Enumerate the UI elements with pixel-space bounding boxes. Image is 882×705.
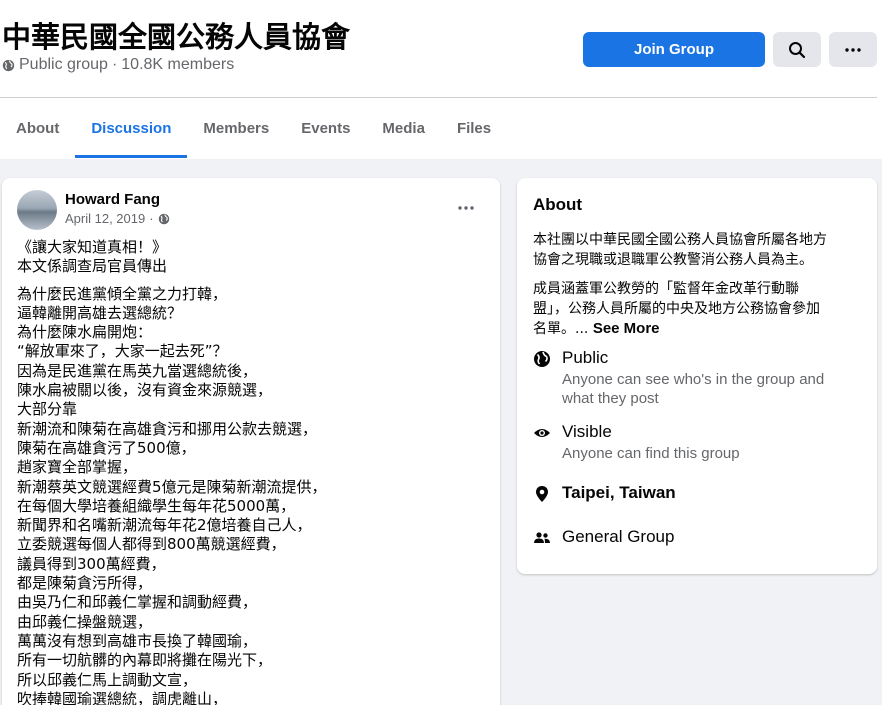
info-group-type-title: General Group — [562, 527, 675, 546]
group-tabs: About Discussion Members Events Media Fi… — [0, 98, 507, 158]
tab-events-label: Events — [301, 119, 351, 137]
globe-icon — [2, 59, 15, 71]
post-line: 為什麼陳水扁開炮： — [17, 323, 153, 342]
tab-discussion-label: Discussion — [91, 119, 172, 137]
group-title: 中華民國全國公務人員協會 — [2, 20, 351, 54]
tab-discussion[interactable]: Discussion — [75, 98, 188, 158]
globe-icon — [534, 351, 550, 367]
tab-members[interactable]: Members — [187, 98, 285, 158]
post-intro-line: 本文係調查局官員傳出 — [17, 257, 168, 276]
join-group-button[interactable]: Join Group — [583, 32, 765, 67]
info-visible-sub: Anyone can find this group — [562, 445, 740, 462]
tab-events[interactable]: Events — [285, 98, 366, 158]
more-icon — [845, 47, 861, 52]
info-public-sub: Anyone can see who's in the group and — [562, 371, 825, 388]
group-header: 中華民國全國公務人員協會 Public group · 10.8K member… — [0, 0, 882, 159]
group-privacy: Public group — [19, 56, 108, 73]
globe-icon — [158, 213, 169, 224]
post-line: 所有一切航髒的內幕即將攤在陽光下， — [17, 651, 273, 670]
tab-files[interactable]: Files — [441, 98, 507, 158]
about-desc-line: 名單。... See More — [533, 319, 863, 340]
post-line: “解放軍來了，大家一起去死”？ — [17, 342, 228, 361]
search-icon — [789, 41, 806, 58]
post-line: 陳菊在高雄貪污了500億， — [17, 438, 196, 457]
about-card: About 本社團以中華民國全國公務人員協會所屬各地方 協會之現職或退職軍公教警… — [517, 178, 877, 574]
post-line: 萬萬沒有想到高雄市長換了韓國瑜， — [17, 631, 258, 650]
group-meta: Public group · 10.8K members — [2, 56, 234, 74]
post-line: 為什麼民進黨傾全黨之力打韓， — [17, 284, 228, 303]
post-line: 議員得到300萬經費， — [17, 554, 166, 573]
post-meta-separator: · — [149, 211, 154, 226]
post-lines: 為什麼民進黨傾全黨之力打韓， 逼韓離開高雄去選總統？ 為什麼陳水扁開炮： “解放軍來了… — [17, 285, 487, 705]
info-location-title[interactable]: Taipei, Taiwan — [562, 483, 676, 503]
eye-icon — [534, 429, 550, 437]
avatar[interactable] — [17, 190, 57, 230]
search-button[interactable] — [773, 32, 821, 67]
tab-media[interactable]: Media — [366, 98, 441, 158]
post-line: 立委競選每個人都得到800萬競選經費， — [17, 535, 286, 554]
info-visible: Visible Anyone can find this group — [533, 422, 740, 463]
info-group-type: General Group — [533, 527, 674, 547]
post-line: 新聞界和名嘴新潮流每年花2億培養自己人， — [17, 516, 312, 535]
info-location: Taipei, Taiwan — [533, 483, 676, 503]
info-public: Public Anyone can see who's in the group… — [533, 348, 824, 408]
post-body: 《讓大家知道真相！》 本文係調查局官員傳出 為什麼民進黨傾全黨之力打韓， 逼韓離開… — [17, 238, 487, 705]
info-public-sub: what they post — [562, 390, 659, 407]
tab-about-label: About — [16, 119, 60, 137]
post-line: 趙家寶全部掌握， — [17, 458, 138, 477]
about-desc-line: 本社團以中華民國全國公務人員協會所屬各地方 — [533, 232, 827, 248]
about-desc-line: 成員涵蓋軍公教勞的「監督年金改革行動聯 — [533, 281, 799, 297]
about-desc-line: 協會之現職或退職軍公教警消公務人員為主。 — [533, 251, 813, 268]
post-card: Howard Fang April 12, 2019 · 《讓大家知道真相！》 … — [2, 178, 500, 705]
location-pin-icon — [536, 486, 548, 502]
about-description: 本社團以中華民國全國公務人員協會所屬各地方 協會之現職或退職軍公教警消公務人員為… — [533, 231, 863, 340]
post-line: 因為是民進黨在馬英九當選總統後， — [17, 361, 258, 380]
group-member-count[interactable]: 10.8K members — [121, 56, 234, 74]
info-visible-title: Visible — [562, 422, 612, 441]
about-desc-last: 名單。... — [533, 321, 589, 337]
tab-files-label: Files — [456, 119, 492, 137]
post-meta: April 12, 2019 · — [65, 211, 170, 226]
post-intro-line: 《讓大家知道真相！》 — [17, 238, 168, 256]
post-line: 所以邱義仁馬上調動文宣， — [17, 670, 198, 689]
post-line: 逼韓離開高雄去選總統？ — [17, 303, 183, 322]
post-line: 大部分靠 — [17, 400, 78, 419]
post-date[interactable]: April 12, 2019 — [65, 211, 145, 226]
tab-members-label: Members — [203, 119, 270, 137]
about-title: About — [533, 195, 583, 214]
info-public-title: Public — [562, 348, 609, 367]
tab-about[interactable]: About — [0, 98, 75, 158]
post-line: 吹捧韓國瑜選總統，調虎離山， — [17, 689, 228, 705]
post-line: 都是陳菊貪污所得， — [17, 574, 153, 593]
post-line: 新潮蔡英文競選經費5億元是陳菊新潮流提供， — [17, 477, 327, 496]
meta-separator: · — [111, 56, 118, 73]
tab-media-label: Media — [382, 119, 425, 137]
post-author[interactable]: Howard Fang — [65, 191, 160, 208]
post-line: 由邱義仁操盤競選， — [17, 612, 153, 631]
see-more-link[interactable]: See More — [593, 320, 660, 337]
about-desc-line: 盟」，公務人員所屬的中央及地方公務協會參加 — [533, 300, 820, 317]
more-icon — [458, 206, 474, 210]
people-icon — [534, 532, 550, 543]
post-options-button[interactable] — [454, 196, 478, 220]
post-line: 新潮流和陳菊在高雄貪污和挪用公款去競選， — [17, 419, 318, 438]
post-line: 由吳乃仁和邱義仁掌握和調動經費， — [17, 593, 258, 612]
more-options-button[interactable] — [829, 32, 877, 67]
post-line: 在每個大學培養組織學生每年花5000萬， — [17, 496, 296, 515]
post-line: 陳水扁被關以後，沒有資金來源競選， — [17, 381, 273, 400]
